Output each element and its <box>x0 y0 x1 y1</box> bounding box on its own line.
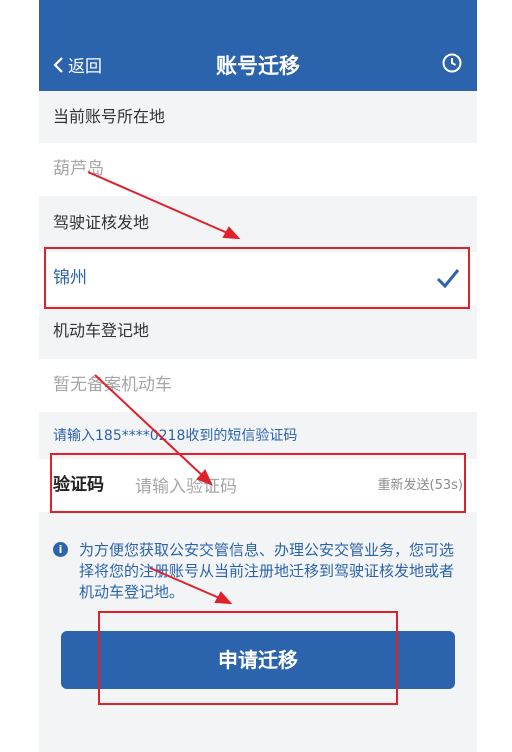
page-title: 账号迁移 <box>216 54 300 78</box>
clock-icon[interactable] <box>441 52 463 74</box>
highlight-box-code <box>50 453 466 513</box>
info-icon: i <box>53 542 68 557</box>
vehicle-register-label: 机动车登记地 <box>39 305 477 357</box>
vehicle-register-value: 暂无备案机动车 <box>39 359 477 412</box>
highlight-box-button <box>98 611 398 705</box>
license-issue-label: 驾驶证核发地 <box>39 197 477 249</box>
current-location-label: 当前账号所在地 <box>39 91 477 143</box>
notice: i 为方便您获取公安交管信息、办理公安交管业务，您可选择将您的注册账号从当前注册… <box>53 540 463 603</box>
notice-text: 为方便您获取公安交管信息、办理公安交管业务，您可选择将您的注册账号从当前注册地迁… <box>79 541 455 601</box>
highlight-box-license <box>44 247 470 309</box>
top-nav-bar: 返回 账号迁移 <box>39 0 477 91</box>
current-location-value: 葫芦岛 <box>39 143 477 196</box>
